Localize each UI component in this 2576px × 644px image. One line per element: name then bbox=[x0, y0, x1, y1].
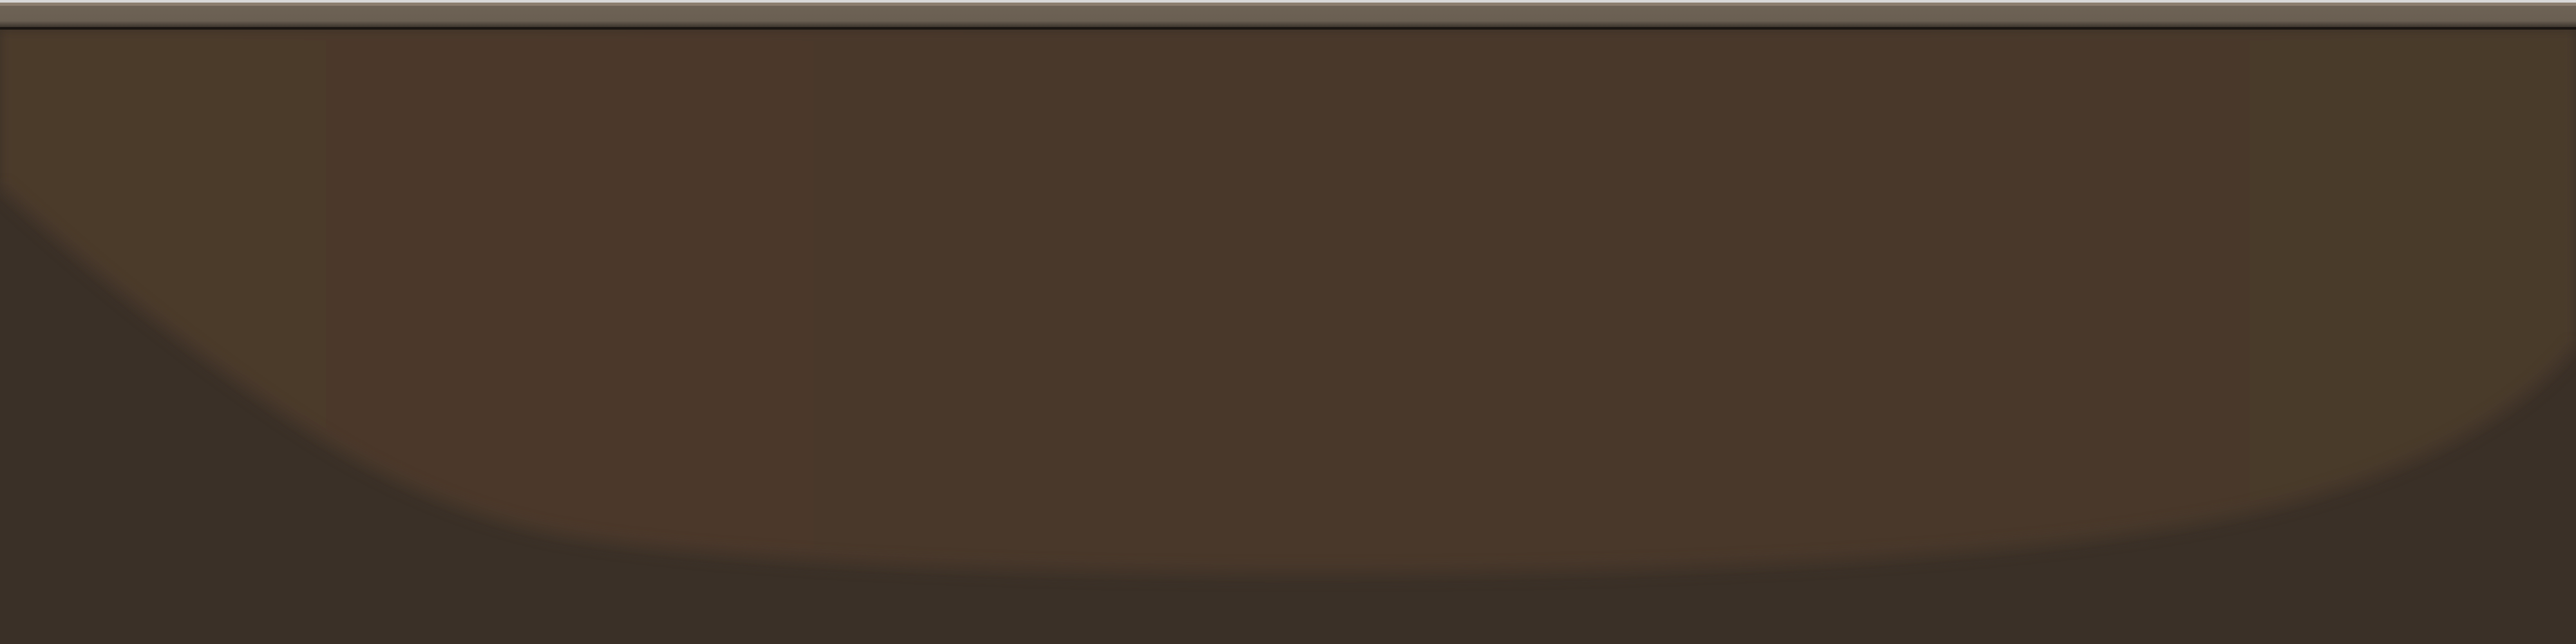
window-top-border bbox=[0, 0, 2576, 30]
content-viewport bbox=[0, 30, 2576, 644]
top-border-highlight bbox=[0, 3, 2576, 6]
terrain-canvas bbox=[0, 30, 2576, 644]
app-window bbox=[0, 0, 2576, 644]
